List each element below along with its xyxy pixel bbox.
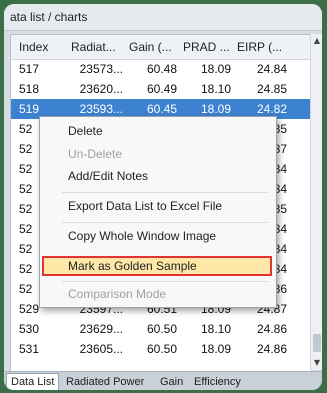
column-header-prad[interactable]: PRAD ... [183,35,231,59]
table-cell: 60.50 [146,342,177,356]
table-cell: 60.50 [146,322,177,336]
table-cell: 530 [19,322,40,336]
menu-separator [62,222,268,223]
bottom-tab-bar: Data List Radiated Power Gain Efficiency [4,371,322,390]
column-header-gain[interactable]: Gain (... [129,35,177,59]
table-cell: 24.85 [256,82,287,96]
table-row[interactable]: 518 23620... 60.49 18.10 24.85 [11,79,311,99]
table-row[interactable]: 517 23573... 60.48 18.09 24.84 [11,59,311,79]
tab-data-list[interactable]: Data List [6,373,60,390]
table-cell: 24.84 [256,62,287,76]
table-cell: 23605... [79,342,123,356]
data-list-window: ata list / charts Index Radiat... Gain (… [4,4,322,390]
table-cell: 18.09 [200,342,231,356]
menu-item-copy-window-image[interactable]: Copy Whole Window Image [68,229,216,243]
menu-item-export-excel[interactable]: Export Data List to Excel File [68,199,222,213]
menu-separator [62,281,268,282]
scroll-up-icon[interactable]: ▲ [311,34,322,48]
table-cell: 24.86 [256,342,287,356]
table-row[interactable]: 530 23629... 60.50 18.10 24.86 [11,319,311,339]
menu-item-mark-golden-sample-label: Mark as Golden Sample [68,259,197,273]
table-cell: 18.10 [200,82,231,96]
vertical-scrollbar[interactable]: ▲ ▼ [310,34,322,370]
tab-radiated-power[interactable]: Radiated Power [62,374,148,390]
table-cell: 60.48 [146,62,177,76]
scroll-thumb[interactable] [313,334,321,352]
table-cell: 23629... [79,322,123,336]
table-cell: 18.09 [200,62,231,76]
table-cell: 517 [19,62,40,76]
table-cell: 24.86 [256,322,287,336]
tab-gain[interactable]: Gain [156,374,187,390]
table-cell: 23620... [79,82,123,96]
menu-item-delete[interactable]: Delete [68,124,103,138]
tab-efficiency[interactable]: Efficiency [190,374,245,390]
table-cell: 18.10 [200,322,231,336]
column-header-index[interactable]: Index [19,35,59,59]
menu-item-un-delete[interactable]: Un-Delete [68,147,122,161]
menu-item-comparison-mode[interactable]: Comparison Mode [68,287,166,301]
window-title: ata list / charts [10,10,88,24]
menu-item-add-edit-notes[interactable]: Add/Edit Notes [68,169,148,183]
context-menu: Delete Un-Delete Add/Edit Notes Export D… [39,116,277,308]
column-header-eirp[interactable]: EIRP (... [237,35,287,59]
column-header-radiated[interactable]: Radiat... [71,35,123,59]
menu-separator [62,192,268,193]
scroll-down-icon[interactable]: ▼ [311,356,322,370]
table-cell: 518 [19,82,40,96]
window-titlebar: ata list / charts [4,4,322,31]
menu-item-mark-golden-sample[interactable]: Mark as Golden Sample [42,256,272,276]
grid-header: Index Radiat... Gain (... PRAD ... EIRP … [11,35,311,60]
table-cell: 60.49 [146,82,177,96]
table-cell: 23573... [79,62,123,76]
table-row[interactable]: 531 23605... 60.50 18.09 24.86 [11,339,311,359]
table-cell: 531 [19,342,40,356]
